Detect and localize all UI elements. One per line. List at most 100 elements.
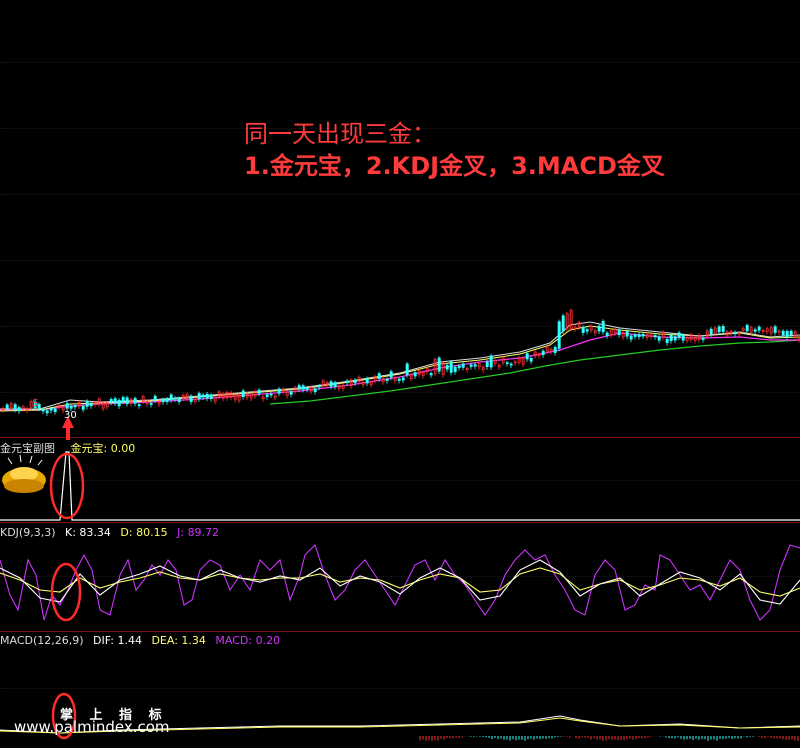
kdj-j-value: 89.72 bbox=[187, 526, 220, 539]
gold-ingot-icon bbox=[2, 454, 46, 493]
candle-body bbox=[397, 378, 401, 381]
candle-body bbox=[45, 410, 49, 414]
candle-body bbox=[509, 363, 513, 366]
candle-body bbox=[137, 404, 141, 406]
signal-mark: $ bbox=[32, 396, 39, 409]
candle-body bbox=[553, 347, 557, 353]
macd-dea-label: DEA: bbox=[151, 634, 178, 647]
candle-body bbox=[681, 335, 685, 341]
candle-body bbox=[665, 338, 669, 344]
candle-body bbox=[121, 397, 125, 402]
candle-body bbox=[701, 337, 705, 340]
gold-field-label: 金元宝: bbox=[70, 442, 108, 455]
candle-body bbox=[669, 334, 673, 342]
candle-body bbox=[585, 329, 589, 332]
candle-body bbox=[269, 393, 273, 396]
macd-macd-label: MACD: bbox=[215, 634, 253, 647]
macd-histogram bbox=[419, 736, 799, 741]
candle-body bbox=[445, 364, 449, 370]
highlight-circle bbox=[49, 452, 85, 520]
candle-body bbox=[17, 407, 21, 412]
candle-body bbox=[717, 326, 721, 333]
macd-macd-value: 0.20 bbox=[255, 634, 281, 647]
candle-body bbox=[153, 395, 157, 401]
candle-body bbox=[789, 330, 793, 336]
candle-body bbox=[457, 365, 461, 368]
candle-body bbox=[41, 408, 45, 412]
candle-body bbox=[377, 373, 381, 380]
ma-yellow-line bbox=[0, 325, 800, 412]
candle-body bbox=[401, 377, 405, 381]
candle-body bbox=[629, 335, 633, 340]
candle-body bbox=[89, 403, 93, 407]
candle-body bbox=[405, 363, 409, 375]
candle-body bbox=[109, 399, 113, 403]
candle-body bbox=[13, 404, 17, 410]
candle-body bbox=[733, 331, 737, 335]
candle-body bbox=[753, 329, 757, 332]
macd-header: MACD(12,26,9) DIF: 1.44 DEA: 1.34 MACD: … bbox=[0, 634, 280, 647]
candle-body bbox=[505, 362, 509, 365]
candle-body bbox=[305, 387, 309, 390]
candle-body bbox=[625, 330, 629, 337]
candle-body bbox=[333, 382, 337, 387]
candle-body bbox=[81, 405, 85, 410]
candle-body bbox=[677, 332, 681, 338]
gold-subchart-name: 金元宝副图 bbox=[0, 442, 55, 455]
candle-body bbox=[169, 394, 173, 401]
macd-dea-value: 1.34 bbox=[181, 634, 206, 647]
bar-marker: 30 bbox=[64, 410, 77, 421]
kdj-d-label: D: bbox=[120, 526, 133, 539]
candle-body bbox=[785, 331, 789, 338]
candle-body bbox=[297, 385, 301, 390]
candle-body bbox=[561, 315, 565, 332]
candle-body bbox=[205, 393, 209, 399]
candle-body bbox=[5, 404, 9, 409]
candle-body bbox=[313, 388, 317, 392]
candle-body bbox=[709, 328, 713, 335]
candle-body bbox=[161, 399, 165, 403]
candle-body bbox=[605, 332, 609, 336]
candle-body bbox=[389, 371, 393, 378]
candle-body bbox=[85, 400, 89, 407]
candle-body bbox=[489, 355, 493, 368]
candle-body bbox=[177, 398, 181, 402]
candle-body bbox=[277, 388, 281, 394]
macd-dif-value: 1.44 bbox=[117, 634, 142, 647]
candle-body bbox=[49, 408, 53, 411]
candle-body bbox=[637, 334, 641, 337]
candle-body bbox=[385, 378, 389, 381]
candle-body bbox=[429, 373, 433, 376]
candle-body bbox=[265, 394, 269, 398]
candle-body bbox=[653, 335, 657, 338]
candle-body bbox=[113, 398, 117, 404]
candle-body bbox=[197, 393, 201, 400]
candle-body bbox=[617, 329, 621, 336]
candle-body bbox=[301, 385, 305, 390]
candle-body bbox=[149, 403, 153, 405]
candle-body bbox=[525, 353, 529, 360]
kdj-d-value: 80.15 bbox=[136, 526, 168, 539]
kdj-j-label: J: bbox=[177, 526, 185, 539]
candle-body bbox=[209, 394, 213, 399]
candle-body bbox=[485, 361, 489, 368]
candle-body bbox=[657, 336, 661, 341]
candle-body bbox=[241, 390, 245, 398]
candle-body bbox=[165, 398, 169, 402]
candle-body bbox=[201, 394, 205, 398]
candle-body bbox=[365, 378, 369, 384]
candle-body bbox=[557, 321, 561, 349]
candle-body bbox=[597, 325, 601, 332]
kdj-k-value: 83.34 bbox=[79, 526, 111, 539]
candle-body bbox=[353, 379, 357, 384]
stock-chart-window: 同一天出现三金： 1.金元宝，2.KDJ金叉，3.MACD金叉 $ 30 金元宝… bbox=[0, 0, 800, 748]
candle-body bbox=[529, 357, 533, 362]
candle-body bbox=[133, 398, 137, 404]
candle-body bbox=[173, 397, 177, 400]
candle-body bbox=[781, 330, 785, 336]
candle-body bbox=[73, 405, 77, 408]
gold-signal-line bbox=[0, 451, 800, 521]
candle-body bbox=[581, 326, 585, 333]
kdj-name: KDJ(9,3,3) bbox=[0, 526, 56, 539]
kdj-k-label: K: bbox=[65, 526, 76, 539]
